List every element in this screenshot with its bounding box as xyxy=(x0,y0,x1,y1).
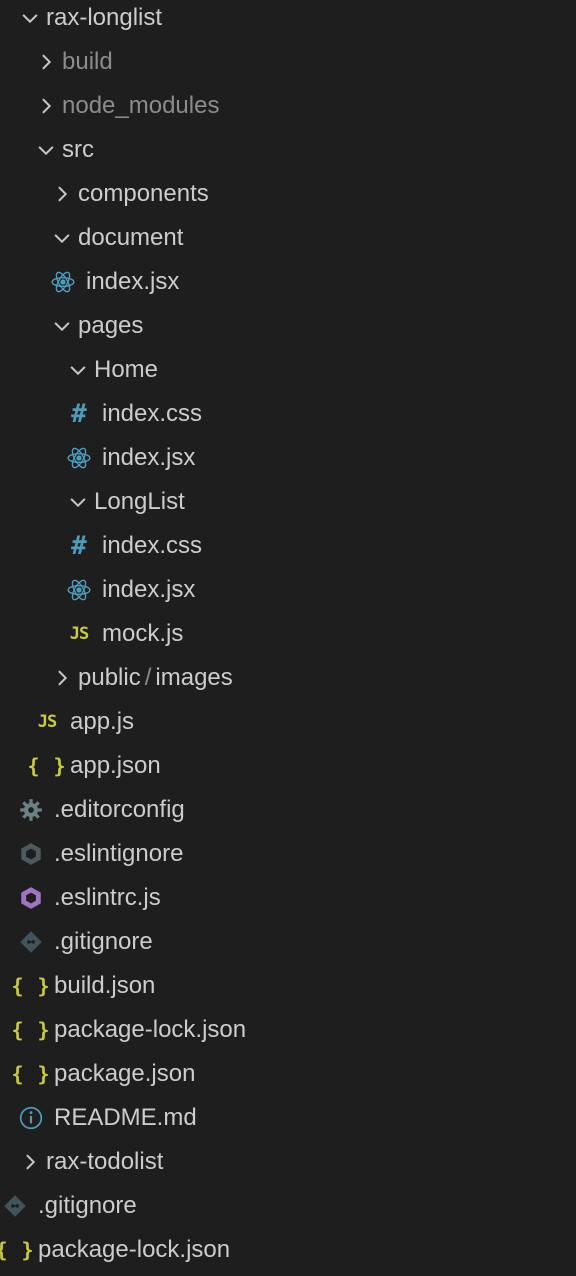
json-icon: { } xyxy=(11,1018,51,1042)
chevron-right-icon[interactable] xyxy=(50,666,74,690)
chevron-down-icon[interactable] xyxy=(50,226,74,250)
explorer-file-item[interactable]: JS app.js xyxy=(0,700,576,744)
explorer-item-label: LongList xyxy=(94,488,185,515)
file-explorer-tree: rax-longlist build node_modulessrc componen… xyxy=(0,0,576,1276)
eslint-icon xyxy=(18,885,44,911)
explorer-folder-item[interactable]: components xyxy=(0,172,576,216)
explorer-item-label: .eslintignore xyxy=(54,840,184,867)
explorer-item-label: README.md xyxy=(54,1104,197,1131)
git-icon xyxy=(2,1193,28,1219)
explorer-item-label: mock.js xyxy=(102,620,184,647)
js-icon: JS xyxy=(69,624,90,644)
explorer-item-label: app.js xyxy=(70,708,135,735)
explorer-folder-item[interactable]: public / images xyxy=(0,656,576,700)
info-icon xyxy=(18,1105,44,1131)
explorer-item-label: rax-longlist xyxy=(46,4,163,31)
explorer-folder-item[interactable]: src xyxy=(0,128,576,172)
explorer-folder-item[interactable]: rax-longlist xyxy=(0,0,576,40)
explorer-item-label: pages xyxy=(78,312,144,339)
explorer-item-label: node_modules xyxy=(62,92,220,119)
json-icon: { } xyxy=(11,1062,51,1086)
explorer-item-label: build.json xyxy=(54,972,156,999)
explorer-file-item[interactable]: index.jsx xyxy=(0,436,576,480)
explorer-file-item[interactable]: # index.css xyxy=(0,392,576,436)
explorer-file-item[interactable]: .gitignore xyxy=(0,1184,576,1228)
explorer-item-label: app.json xyxy=(70,752,161,779)
explorer-item-label: src xyxy=(62,136,94,163)
explorer-folder-item[interactable]: Home xyxy=(0,348,576,392)
explorer-file-item[interactable]: index.jsx xyxy=(0,568,576,612)
chevron-down-icon[interactable] xyxy=(66,490,90,514)
json-icon: { } xyxy=(27,754,67,778)
explorer-item-label: rax-todolist xyxy=(46,1148,164,1175)
explorer-item-label: components xyxy=(78,180,209,207)
gear-icon xyxy=(18,797,44,823)
path-separator: / xyxy=(144,664,152,691)
css-hash-icon: # xyxy=(71,399,87,429)
explorer-item-label: index.jsx xyxy=(102,444,196,471)
explorer-item-label: document xyxy=(78,224,184,251)
explorer-item-label: public xyxy=(78,664,141,691)
explorer-folder-item[interactable]: node_modules xyxy=(0,84,576,128)
explorer-file-item[interactable]: { }package-lock.json xyxy=(0,1008,576,1052)
explorer-folder-item[interactable]: LongList xyxy=(0,480,576,524)
explorer-folder-item[interactable]: rax-todolist xyxy=(0,1140,576,1184)
react-icon xyxy=(66,445,92,471)
explorer-item-label: Home xyxy=(94,356,159,383)
explorer-file-item[interactable]: { } package.json xyxy=(0,1052,576,1096)
explorer-file-item[interactable]: README.md xyxy=(0,1096,576,1140)
css-hash-icon: # xyxy=(71,531,87,561)
react-icon xyxy=(66,577,92,603)
chevron-down-icon[interactable] xyxy=(50,314,74,338)
explorer-item-label: .editorconfig xyxy=(54,796,185,823)
explorer-file-item[interactable]: { } build.json xyxy=(0,964,576,1008)
eslint-ignore-icon xyxy=(18,841,44,867)
explorer-file-item[interactable]: .editorconfig xyxy=(0,788,576,832)
explorer-file-item[interactable]: # index.css xyxy=(0,524,576,568)
explorer-file-item[interactable]: .eslintrc.js xyxy=(0,876,576,920)
explorer-file-item[interactable]: { }package-lock.json xyxy=(0,1228,576,1272)
chevron-down-icon[interactable] xyxy=(18,6,42,30)
chevron-down-icon[interactable] xyxy=(34,138,58,162)
explorer-file-item[interactable]: .gitignore xyxy=(0,920,576,964)
json-icon: { } xyxy=(11,974,51,998)
explorer-item-label: index.jsx xyxy=(102,576,196,603)
react-icon xyxy=(50,269,76,295)
explorer-item-label: index.jsx xyxy=(86,268,180,295)
json-icon: { } xyxy=(0,1238,35,1262)
explorer-file-item[interactable]: index.jsx xyxy=(0,260,576,304)
explorer-item-label: .gitignore xyxy=(54,928,153,955)
explorer-item-label: package.json xyxy=(54,1060,196,1087)
explorer-item-label: .gitignore xyxy=(38,1192,137,1219)
git-icon xyxy=(18,929,44,955)
chevron-down-icon[interactable] xyxy=(66,358,90,382)
explorer-item-label: build xyxy=(62,48,113,75)
js-icon: JS xyxy=(37,712,58,732)
explorer-file-item[interactable]: { } app.json xyxy=(0,744,576,788)
explorer-item-label: .eslintrc.js xyxy=(54,884,161,911)
explorer-item-label: index.css xyxy=(102,400,203,427)
explorer-folder-item[interactable]: document xyxy=(0,216,576,260)
explorer-file-item[interactable]: JS mock.js xyxy=(0,612,576,656)
chevron-right-icon[interactable] xyxy=(18,1150,42,1174)
explorer-folder-item[interactable]: build xyxy=(0,40,576,84)
explorer-item-label: package-lock.json xyxy=(54,1016,247,1043)
chevron-right-icon[interactable] xyxy=(34,50,58,74)
explorer-item-label: index.css xyxy=(102,532,203,559)
explorer-item-label-suffix: images xyxy=(155,664,233,691)
chevron-right-icon[interactable] xyxy=(50,182,74,206)
explorer-file-item[interactable]: .eslintignore xyxy=(0,832,576,876)
chevron-right-icon[interactable] xyxy=(34,94,58,118)
explorer-folder-item[interactable]: pages xyxy=(0,304,576,348)
explorer-item-label: package-lock.json xyxy=(38,1236,231,1263)
